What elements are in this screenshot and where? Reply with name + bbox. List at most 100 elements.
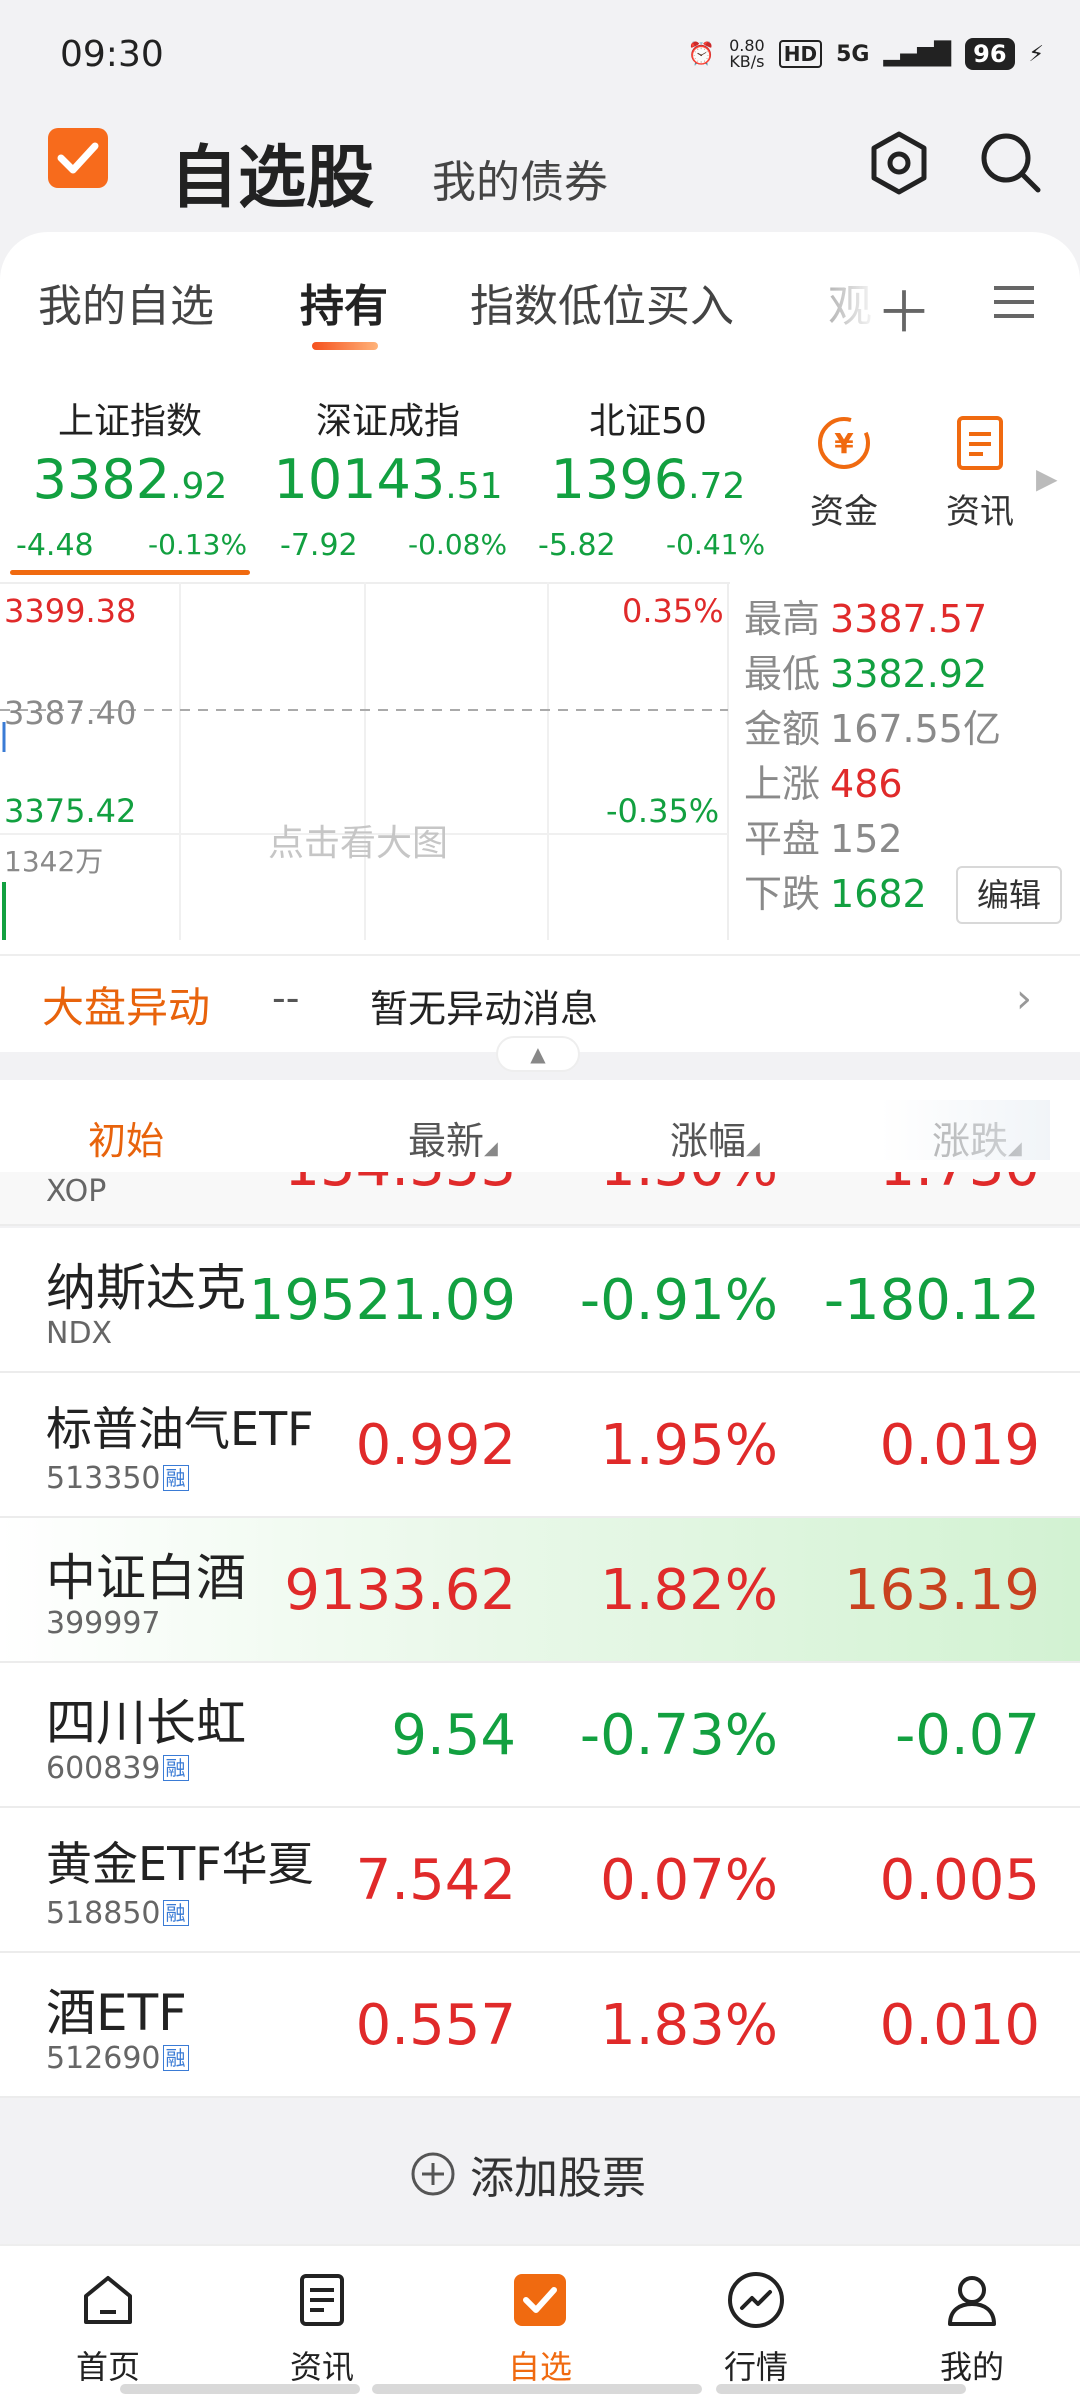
battery-level: 96 bbox=[965, 38, 1015, 70]
nav-label: 首页 bbox=[75, 2348, 140, 2386]
nav-label: 行情 bbox=[723, 2348, 788, 2386]
nav-home[interactable]: 首页 bbox=[48, 2268, 168, 2388]
index-pct: -0.08% bbox=[408, 528, 508, 561]
signal-icon: ▂▄▆█ bbox=[883, 41, 952, 67]
nav-news[interactable]: 资讯 bbox=[262, 2268, 382, 2388]
stat-label: 下跌 bbox=[744, 872, 821, 916]
table-row-highlighted[interactable]: 中证白酒 399997 9133.62 1.82% 163.19 bbox=[0, 1518, 1080, 1663]
tab-index-low-buy[interactable]: 指数低位买入 bbox=[470, 270, 734, 334]
stock-latest: 19521.09 bbox=[248, 1268, 516, 1333]
stock-pct: 1.30% bbox=[600, 1172, 778, 1199]
table-row[interactable]: 黄金ETF华夏 518850 融 7.542 0.07% 0.005 bbox=[0, 1808, 1080, 1953]
stock-name: 纳斯达克 bbox=[46, 1259, 246, 1317]
chart-low-pct: -0.35% bbox=[606, 792, 720, 830]
table-row[interactable]: 纳斯达克 NDX 19521.09 -0.91% -180.12 bbox=[0, 1228, 1080, 1373]
svg-text:¥: ¥ bbox=[834, 427, 854, 460]
stock-code: 518850 融 bbox=[46, 1896, 189, 1931]
stock-change: 163.19 bbox=[844, 1558, 1040, 1623]
plus-circle-icon bbox=[411, 2152, 455, 2196]
index-shenzhen[interactable]: 深证成指 10143.51 bbox=[258, 392, 518, 511]
stat-label: 上涨 bbox=[744, 762, 821, 806]
chart-zoom-hint[interactable]: 点击看大图 bbox=[268, 814, 448, 866]
chart-grid bbox=[0, 582, 729, 940]
chart-low-price: 3375.42 bbox=[4, 792, 137, 830]
table-row[interactable]: XOP 154.353 1.30% 1.730 bbox=[0, 1172, 1080, 1226]
nav-label: 资讯 bbox=[289, 2348, 354, 2386]
stock-latest: 154.353 bbox=[284, 1172, 516, 1199]
alert-title: 大盘异动 bbox=[42, 983, 211, 1032]
stat-up: 486 bbox=[830, 762, 903, 806]
index-pct: -0.13% bbox=[148, 528, 248, 561]
alarm-icon: ⏰ bbox=[687, 41, 716, 67]
stock-latest: 0.557 bbox=[355, 1993, 516, 2058]
tab-my-watchlist[interactable]: 我的自选 bbox=[38, 270, 214, 334]
index-value: 1396.72 bbox=[550, 448, 746, 511]
news-icon bbox=[290, 2268, 354, 2332]
stat-down: 1682 bbox=[830, 872, 927, 916]
menu-icon[interactable] bbox=[990, 282, 1038, 326]
checkbox-icon bbox=[508, 2268, 572, 2332]
margin-badge: 融 bbox=[162, 1465, 189, 1491]
bonds-link[interactable]: 我的债券 bbox=[432, 146, 608, 210]
tab-fade bbox=[820, 268, 880, 348]
index-name: 北证50 bbox=[589, 401, 707, 442]
chart-high-pct: 0.35% bbox=[622, 592, 724, 630]
news-button[interactable]: 资讯 bbox=[930, 414, 1030, 533]
index-change: -7.92 bbox=[280, 528, 358, 563]
edit-button[interactable]: 编辑 bbox=[956, 866, 1062, 924]
chart-high-price: 3399.38 bbox=[4, 592, 137, 630]
network-type: 5G bbox=[836, 41, 870, 67]
add-stock-button[interactable]: 添加股票 bbox=[410, 2142, 646, 2206]
header-fade bbox=[880, 1100, 1050, 1160]
table-row[interactable]: 标普油气ETF 513350 融 0.992 1.95% 0.019 bbox=[0, 1373, 1080, 1518]
index-change: -4.48 bbox=[16, 528, 94, 563]
settings-icon[interactable] bbox=[864, 128, 934, 202]
index-beijing50[interactable]: 北证50 1396.72 bbox=[518, 392, 778, 511]
stock-name: 四川长虹 bbox=[46, 1694, 246, 1752]
search-icon[interactable] bbox=[976, 128, 1046, 202]
nav-market[interactable]: 行情 bbox=[696, 2268, 816, 2388]
chevron-right-icon[interactable]: › bbox=[1016, 976, 1032, 1022]
page-title: 自选股 bbox=[170, 139, 375, 218]
stock-code: 600839 融 bbox=[46, 1751, 189, 1786]
charging-icon: ⚡ bbox=[1028, 41, 1044, 67]
nav-watchlist[interactable]: 自选 bbox=[480, 2268, 600, 2388]
stat-flat: 152 bbox=[830, 817, 903, 861]
status-time: 09:30 bbox=[60, 34, 164, 75]
stock-pct: 1.95% bbox=[600, 1413, 778, 1478]
stock-latest: 9.54 bbox=[391, 1703, 516, 1768]
index-value: 10143.51 bbox=[273, 448, 503, 511]
stock-name: 黄金ETF华夏 bbox=[46, 1837, 314, 1891]
stock-code: 512690 融 bbox=[46, 2041, 189, 2076]
stock-change: 0.010 bbox=[879, 1993, 1040, 2058]
hd-icon: HD bbox=[778, 40, 823, 68]
stat-high: 3387.57 bbox=[830, 597, 988, 641]
index-name: 上证指数 bbox=[57, 401, 202, 442]
tab-holding[interactable]: 持有 bbox=[300, 270, 388, 334]
stock-name: 中证白酒 bbox=[46, 1549, 246, 1607]
stock-code: 513350 融 bbox=[46, 1461, 189, 1496]
column-latest[interactable]: 最新◢ bbox=[408, 1110, 498, 1165]
nav-profile[interactable]: 我的 bbox=[912, 2268, 1032, 2388]
stock-code: XOP bbox=[46, 1174, 107, 1209]
collapse-icon[interactable]: ▲ bbox=[496, 1036, 580, 1072]
trend-icon bbox=[724, 2268, 788, 2332]
column-name-sort[interactable]: 初始 bbox=[88, 1110, 164, 1165]
news-label: 资讯 bbox=[946, 492, 1014, 532]
column-pct[interactable]: 涨幅◢ bbox=[670, 1110, 760, 1165]
stat-label: 金额 bbox=[744, 707, 821, 751]
stock-latest: 7.542 bbox=[355, 1848, 516, 1913]
index-shanghai[interactable]: 上证指数 3382.92 bbox=[0, 392, 260, 511]
stock-latest: 9133.62 bbox=[284, 1558, 516, 1623]
alert-dash: -- bbox=[272, 976, 300, 1020]
home-icon bbox=[76, 2268, 140, 2332]
chart-volume: 1342万 bbox=[4, 845, 104, 878]
stock-latest: 0.992 bbox=[355, 1413, 516, 1478]
table-row[interactable]: 酒ETF 512690 融 0.557 1.83% 0.010 bbox=[0, 1953, 1080, 2098]
funds-button[interactable]: ¥ 资金 bbox=[794, 414, 894, 533]
scroll-right-icon[interactable]: ▶ bbox=[1036, 462, 1058, 495]
status-icons: ⏰ 0.80 KB/s HD 5G ▂▄▆█ 96 ⚡ bbox=[688, 38, 1044, 70]
add-tab-icon[interactable]: ＋ bbox=[876, 268, 932, 349]
table-row[interactable]: 四川长虹 600839 融 9.54 -0.73% -0.07 bbox=[0, 1663, 1080, 1808]
margin-badge: 融 bbox=[162, 1755, 189, 1781]
